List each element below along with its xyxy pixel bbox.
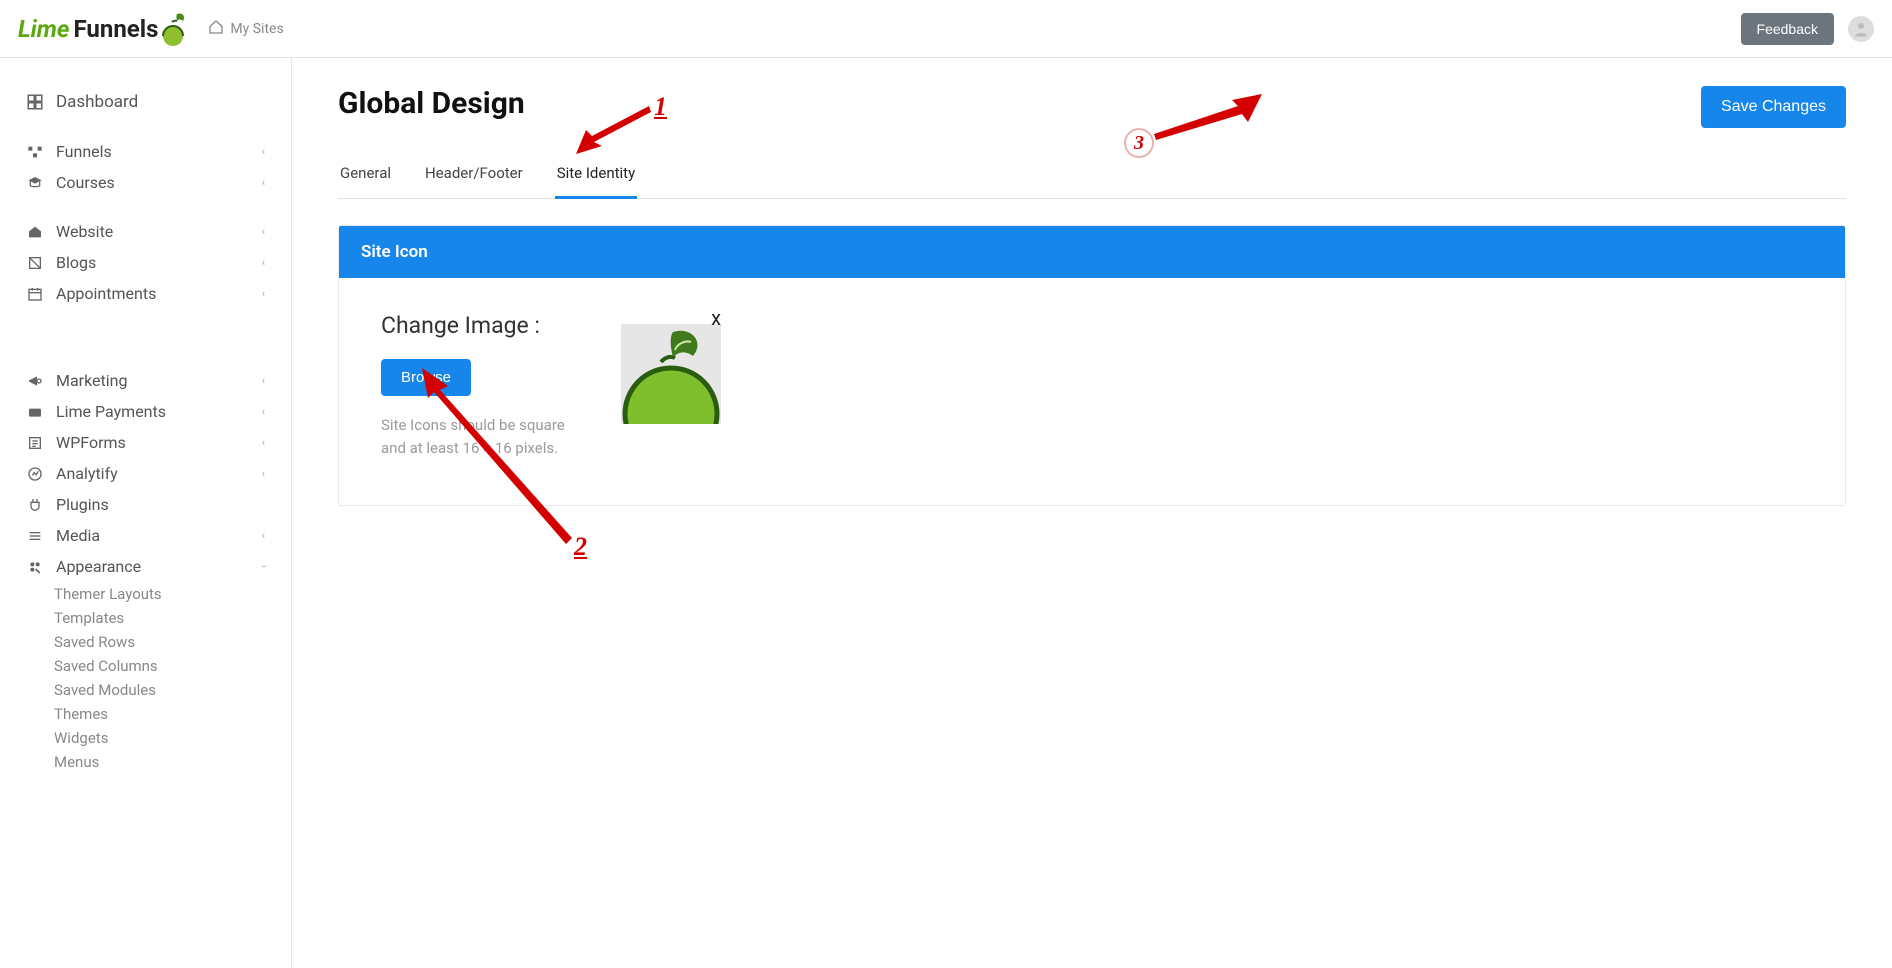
image-preview-column: x	[621, 312, 721, 424]
courses-icon	[26, 174, 44, 192]
sidebar-item-media[interactable]: Media ‹	[0, 520, 291, 551]
sidebar-item-label: Courses	[56, 173, 115, 192]
panel-body: Change Image : Browse Site Icons should …	[339, 278, 1845, 505]
site-icon-panel: Site Icon Change Image : Browse Site Ico…	[338, 225, 1846, 506]
marketing-icon	[26, 372, 44, 390]
tab-header-footer[interactable]: Header/Footer	[423, 154, 525, 199]
topbar-left: Lime Funnels My Sites	[18, 12, 284, 46]
sidebar-item-label: Appointments	[56, 284, 156, 303]
tabs: General Header/Footer Site Identity	[338, 154, 1846, 199]
sidebar-item-lime-payments[interactable]: Lime Payments ‹	[0, 396, 291, 427]
wpforms-icon	[26, 434, 44, 452]
sidebar-sub-menus[interactable]: Menus	[54, 750, 291, 774]
website-icon	[26, 223, 44, 241]
plugins-icon	[26, 496, 44, 514]
feedback-button[interactable]: Feedback	[1741, 13, 1834, 45]
sidebar-item-appointments[interactable]: Appointments ‹	[0, 278, 291, 309]
user-avatar[interactable]	[1848, 16, 1874, 42]
sidebar-item-blogs[interactable]: Blogs ‹	[0, 247, 291, 278]
page-header: Global Design Save Changes	[338, 86, 1846, 128]
annotation-number-3: 3	[1134, 132, 1144, 155]
remove-image-button[interactable]: x	[711, 308, 721, 328]
sidebar-sub-saved-modules[interactable]: Saved Modules	[54, 678, 291, 702]
sidebar-sub-themes[interactable]: Themes	[54, 702, 291, 726]
sidebar-sub-saved-columns[interactable]: Saved Columns	[54, 654, 291, 678]
sidebar-item-label: Dashboard	[56, 92, 138, 112]
sidebar-item-plugins[interactable]: Plugins	[0, 489, 291, 520]
funnels-icon	[26, 143, 44, 161]
analytify-icon	[26, 465, 44, 483]
sidebar-item-label: Analytify	[56, 464, 118, 483]
sidebar-item-label: Lime Payments	[56, 402, 166, 421]
my-sites-label: My Sites	[230, 21, 283, 37]
appearance-submenu: Themer Layouts Templates Saved Rows Save…	[0, 582, 291, 774]
chevron-left-icon: ‹	[262, 467, 265, 480]
sidebar-group-3: Marketing ‹ Lime Payments ‹ WPForms ‹ An…	[0, 365, 291, 774]
tab-site-identity[interactable]: Site Identity	[555, 154, 637, 199]
media-icon	[26, 527, 44, 545]
sidebar-item-label: WPForms	[56, 433, 126, 452]
appointments-icon	[26, 285, 44, 303]
my-sites-link[interactable]: My Sites	[208, 19, 283, 39]
sidebar-item-funnels[interactable]: Funnels ‹	[0, 136, 291, 167]
dashboard-icon	[26, 93, 44, 111]
sidebar-item-label: Media	[56, 526, 100, 545]
browse-button[interactable]: Browse	[381, 359, 471, 396]
brand-logo[interactable]: Lime Funnels	[18, 12, 188, 46]
sidebar-item-website[interactable]: Website ‹	[0, 216, 291, 247]
lime-fruit-icon	[160, 12, 188, 46]
appearance-icon	[26, 558, 44, 576]
sidebar-item-label: Appearance	[56, 557, 141, 576]
tab-general[interactable]: General	[338, 154, 393, 199]
payments-icon	[26, 403, 44, 421]
home-icon	[208, 19, 224, 39]
chevron-left-icon: ‹	[262, 287, 265, 300]
sidebar-item-label: Funnels	[56, 142, 112, 161]
sidebar-group-1: Funnels ‹ Courses ‹	[0, 136, 291, 198]
sidebar-item-label: Blogs	[56, 253, 96, 272]
chevron-left-icon: ‹	[262, 436, 265, 449]
chevron-left-icon: ‹	[262, 256, 265, 269]
sidebar-sub-saved-rows[interactable]: Saved Rows	[54, 630, 291, 654]
sidebar-sub-templates[interactable]: Templates	[54, 606, 291, 630]
brand-word-funnels: Funnels	[74, 15, 159, 43]
annotation-number-2: 2	[574, 532, 587, 562]
sidebar-sub-widgets[interactable]: Widgets	[54, 726, 291, 750]
sidebar-item-label: Plugins	[56, 495, 109, 514]
save-changes-button[interactable]: Save Changes	[1701, 86, 1846, 128]
chevron-left-icon: ‹	[262, 225, 265, 238]
sidebar-item-dashboard[interactable]: Dashboard	[0, 86, 291, 118]
sidebar-group-2: Website ‹ Blogs ‹ Appointments ‹	[0, 216, 291, 309]
site-icon-hint: Site Icons should be square and at least…	[381, 414, 571, 459]
chevron-left-icon: ‹	[262, 405, 265, 418]
panel-title: Site Icon	[339, 226, 1845, 278]
sidebar-item-label: Marketing	[56, 371, 127, 390]
sidebar-item-label: Website	[56, 222, 113, 241]
sidebar-sub-themer-layouts[interactable]: Themer Layouts	[54, 582, 291, 606]
change-image-label: Change Image :	[381, 312, 571, 339]
sidebar-item-wpforms[interactable]: WPForms ‹	[0, 427, 291, 458]
chevron-left-icon: ‹	[262, 145, 265, 158]
sidebar-item-marketing[interactable]: Marketing ‹	[0, 365, 291, 396]
site-icon-preview	[621, 324, 721, 424]
chevron-down-icon: ‹	[257, 565, 270, 568]
sidebar-item-appearance[interactable]: Appearance ‹	[0, 551, 291, 582]
topbar: Lime Funnels My Sites Feedback	[0, 0, 1892, 58]
sidebar-item-analytify[interactable]: Analytify ‹	[0, 458, 291, 489]
page-title: Global Design	[338, 86, 525, 121]
sidebar: Dashboard Funnels ‹ Courses ‹ Website ‹ …	[0, 58, 292, 968]
change-image-column: Change Image : Browse Site Icons should …	[381, 312, 571, 459]
chevron-left-icon: ‹	[262, 529, 265, 542]
blogs-icon	[26, 254, 44, 272]
chevron-left-icon: ‹	[262, 374, 265, 387]
main-content: Global Design Save Changes General Heade…	[292, 58, 1892, 968]
sidebar-item-courses[interactable]: Courses ‹	[0, 167, 291, 198]
topbar-right: Feedback	[1741, 13, 1874, 45]
chevron-left-icon: ‹	[262, 176, 265, 189]
brand-word-lime: Lime	[18, 15, 70, 43]
